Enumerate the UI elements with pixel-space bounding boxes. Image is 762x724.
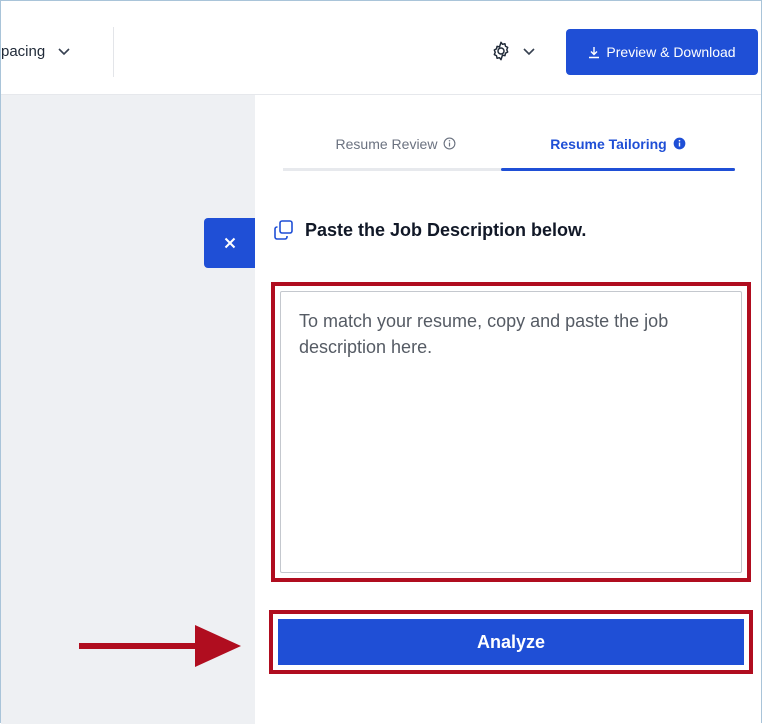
tab-label: Resume Review — [335, 135, 438, 152]
info-icon — [444, 137, 456, 150]
settings-dropdown[interactable] — [490, 37, 536, 65]
info-icon — [673, 137, 686, 150]
tab-resume-review[interactable]: Resume Review — [283, 119, 509, 168]
analyze-button[interactable]: Analyze — [278, 619, 744, 665]
top-toolbar: pacing Preview & Download — [1, 1, 761, 95]
paste-heading: Paste the Job Description below. — [305, 219, 587, 240]
side-panel: Resume Review Resume Tailoring Paste the… — [255, 95, 761, 724]
panel-tabs: Resume Review Resume Tailoring — [283, 119, 735, 171]
close-icon — [224, 237, 235, 249]
toolbar-divider — [113, 27, 114, 77]
tab-label: Resume Tailoring — [550, 135, 667, 152]
gear-icon — [493, 41, 509, 61]
download-label: Preview & Download — [606, 44, 736, 60]
chevron-down-icon — [58, 48, 70, 56]
download-icon — [589, 46, 600, 58]
active-tab-indicator — [501, 168, 735, 171]
arrow-right-icon — [79, 625, 241, 667]
copy-icon — [274, 220, 293, 240]
paste-heading-row: Paste the Job Description below. — [273, 217, 586, 243]
job-description-highlight — [271, 282, 751, 582]
chevron-down-icon — [523, 48, 535, 56]
preview-download-button[interactable]: Preview & Download — [566, 29, 758, 75]
tab-resume-tailoring[interactable]: Resume Tailoring — [501, 119, 735, 168]
spacing-dropdown[interactable]: pacing — [1, 39, 71, 63]
analyze-highlight: Analyze — [269, 610, 753, 674]
spacing-label: pacing — [1, 42, 46, 60]
close-panel-button[interactable] — [204, 218, 255, 268]
job-description-input[interactable] — [280, 291, 742, 573]
